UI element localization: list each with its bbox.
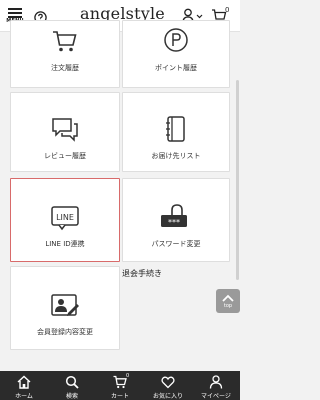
- user-icon: [209, 375, 223, 389]
- tile-order-history[interactable]: 注文履歴: [10, 20, 120, 88]
- nav-label: ホーム: [15, 393, 33, 400]
- heart-icon: [161, 376, 175, 389]
- tile-review-history[interactable]: レビュー履歴: [10, 92, 120, 172]
- nav-label: マイページ: [201, 393, 231, 400]
- line-icon: LINE: [51, 206, 79, 231]
- point-icon: [164, 28, 188, 52]
- nav-search[interactable]: 検索: [48, 371, 96, 400]
- hamburger-icon-bar: [8, 12, 22, 14]
- tile-label: ポイント履歴: [155, 64, 197, 72]
- tile-label: お届け先リスト: [151, 152, 201, 160]
- tile-password-change[interactable]: *** パスワード変更: [122, 178, 230, 262]
- line-icon-text: LINE: [56, 213, 74, 222]
- nav-label: お気に入り: [152, 393, 183, 400]
- tile-line-id-link[interactable]: LINE LINE ID連携: [10, 178, 120, 262]
- chat-icon: [52, 118, 78, 142]
- password-icon-text: ***: [168, 218, 180, 227]
- hamburger-icon: [8, 8, 22, 10]
- cart-count: 0: [225, 6, 230, 14]
- search-icon: [65, 375, 79, 389]
- tile-point-history[interactable]: ポイント履歴: [122, 20, 230, 88]
- tile-label: LINE ID連携: [45, 240, 85, 248]
- nav-favorites[interactable]: お気に入り: [144, 371, 192, 400]
- scrollbar[interactable]: [236, 80, 239, 280]
- tile-member-info-change[interactable]: 会員登録内容変更: [10, 266, 120, 350]
- tile-label: レビュー履歴: [44, 152, 86, 160]
- nav-cart-badge: 0: [126, 373, 130, 379]
- cart-icon: [113, 375, 127, 389]
- nav-label: 検索: [65, 393, 78, 400]
- tile-label: 会員登録内容変更: [37, 328, 93, 336]
- tile-label: パスワード変更: [151, 240, 201, 248]
- tile-address-list[interactable]: お届け先リスト: [122, 92, 230, 172]
- nav-mypage[interactable]: マイページ: [192, 371, 240, 400]
- back-to-top-label: top: [223, 303, 233, 309]
- home-icon: [17, 375, 31, 389]
- password-lock-icon: ***: [161, 204, 187, 227]
- nav-cart[interactable]: 0 カート: [96, 371, 144, 400]
- address-book-icon: [166, 116, 185, 142]
- nav-home[interactable]: ホーム: [0, 371, 48, 400]
- withdraw-link[interactable]: 退会手続き: [122, 268, 162, 279]
- tile-label: 注文履歴: [51, 64, 79, 72]
- nav-label: カート: [110, 393, 129, 400]
- back-to-top-button[interactable]: top: [216, 289, 240, 313]
- bottom-nav: ホーム 検索 0 カート お気に入り マイページ: [0, 371, 240, 400]
- member-edit-icon: [51, 294, 79, 316]
- cart-icon: [53, 31, 77, 52]
